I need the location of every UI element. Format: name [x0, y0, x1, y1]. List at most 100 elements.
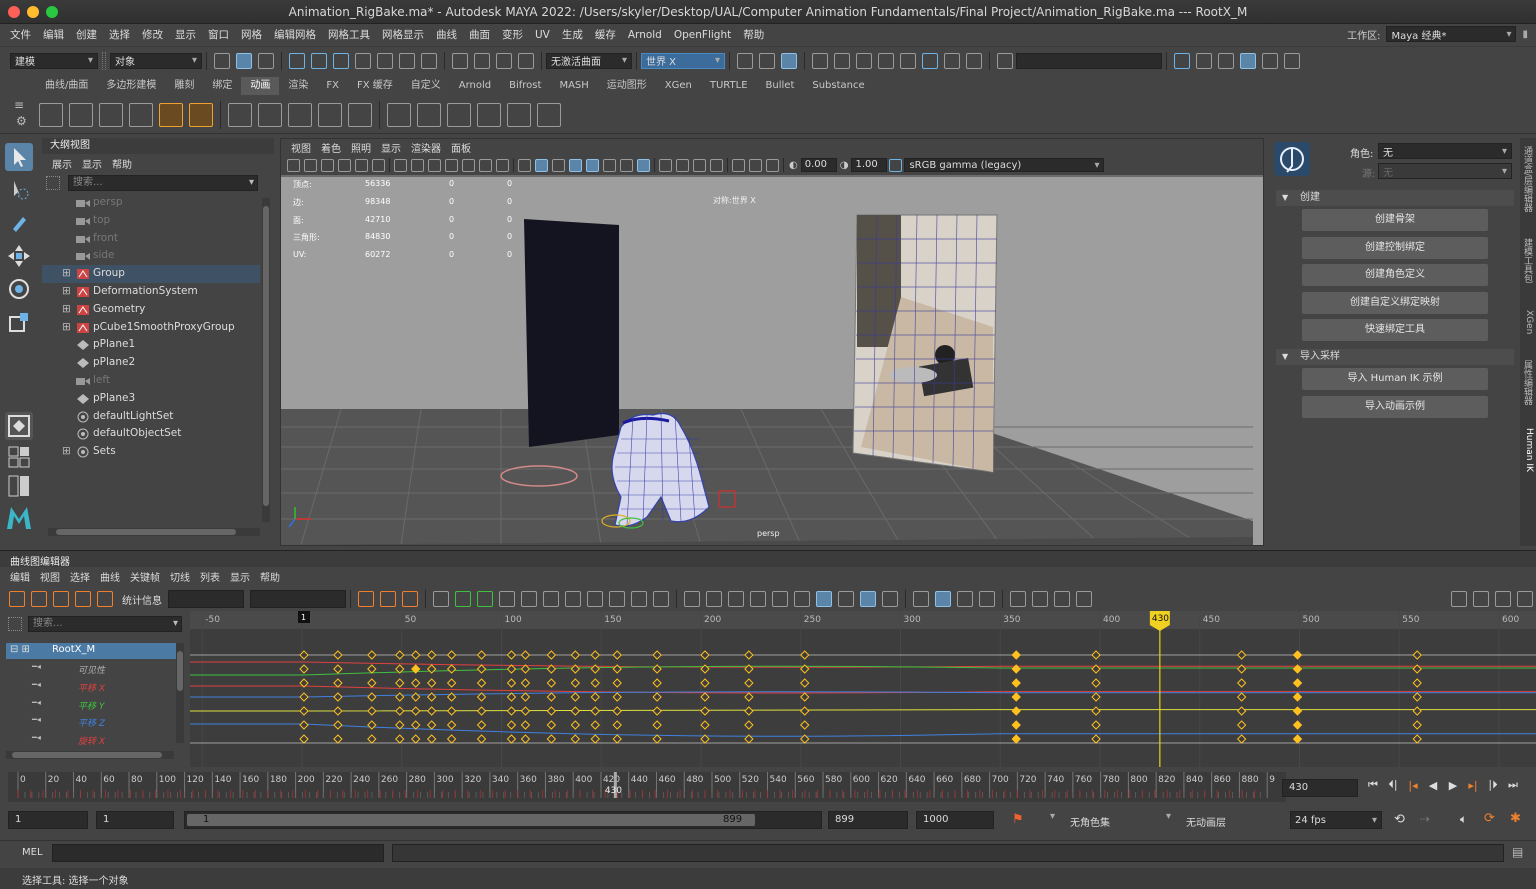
outliner-item[interactable]: pPlane1	[42, 336, 260, 354]
selection-mode-dropdown[interactable]: 对象	[110, 52, 202, 69]
animation-start-field[interactable]: 1	[8, 811, 88, 829]
step-back-icon[interactable]: ⏴|	[1384, 778, 1402, 792]
shelf-tab-11[interactable]: MASH	[550, 77, 597, 95]
range-bar[interactable]: 1 899	[184, 811, 822, 829]
motion-trail-icon[interactable]	[69, 102, 93, 127]
hik-button[interactable]: 创建骨架	[1302, 209, 1488, 231]
xray-active-icon[interactable]	[749, 158, 762, 172]
aim-constraint-icon[interactable]	[507, 102, 531, 127]
shelf-menu-icon[interactable]: ≡	[14, 98, 24, 112]
move-tool-icon[interactable]	[5, 242, 33, 270]
graph-options-icon[interactable]	[1517, 591, 1533, 607]
pause-icon[interactable]	[966, 52, 982, 69]
channel-box-icon[interactable]	[1218, 52, 1234, 69]
ge-attr-row[interactable]: ━◂ 平移 Y	[6, 697, 174, 713]
script-editor-icon[interactable]: ▤	[1512, 845, 1523, 859]
dope-sheet-icon[interactable]	[1473, 591, 1489, 607]
workspace-pin-icon[interactable]: ▮	[1522, 29, 1528, 40]
absolute-view-icon[interactable]	[913, 591, 929, 607]
hik-button[interactable]: 导入 Human IK 示例	[1302, 368, 1488, 390]
shelf-tab-1[interactable]: 多边形建模	[97, 77, 165, 95]
go-to-start-icon[interactable]: ⏮	[1364, 778, 1382, 792]
cycle-icon[interactable]	[1010, 591, 1026, 607]
auto-key-icon[interactable]: ⚑	[1012, 812, 1024, 827]
point-constraint-icon[interactable]	[417, 102, 441, 127]
step-forward-key-icon[interactable]: ▸|	[1464, 779, 1482, 792]
outliner-item[interactable]: left	[42, 372, 260, 390]
viewport-menu-2[interactable]: 照明	[351, 140, 371, 155]
menu-item-2[interactable]: 创建	[70, 27, 103, 42]
outliner-item[interactable]: ⊞ DeformationSystem	[42, 283, 260, 301]
menu-item-5[interactable]: 显示	[169, 27, 202, 42]
modeling-toolkit-icon[interactable]	[1196, 52, 1212, 69]
insert-joint-icon[interactable]	[288, 102, 312, 127]
select-component-icon[interactable]	[258, 52, 274, 69]
step-forward-icon[interactable]: |⏵	[1484, 778, 1502, 792]
scale-tool-icon[interactable]	[5, 308, 33, 336]
quick-search-field[interactable]	[1016, 52, 1162, 69]
ge-menu-5[interactable]: 切线	[170, 569, 190, 584]
menu-item-6[interactable]: 窗口	[202, 27, 235, 42]
frame-playback-icon[interactable]	[402, 591, 418, 607]
go-to-end-icon[interactable]: ⏭	[1504, 778, 1522, 792]
wireframe-icon[interactable]	[518, 158, 531, 172]
weighted-tangent-icon[interactable]	[750, 591, 766, 607]
input-ops-icon[interactable]	[474, 52, 490, 69]
outliner-item[interactable]: ⊞ Geometry	[42, 301, 260, 319]
outliner-item[interactable]: pPlane3	[42, 390, 260, 408]
film-gate-icon[interactable]	[411, 158, 424, 172]
menu-item-7[interactable]: 网格	[235, 27, 268, 42]
ge-menu-0[interactable]: 编辑	[10, 569, 30, 584]
single-pane-layout-icon[interactable]	[5, 412, 33, 440]
ik-handle-icon[interactable]	[258, 102, 282, 127]
playback-end-field[interactable]: 899	[828, 811, 908, 829]
menu-item-9[interactable]: 网格工具	[322, 27, 376, 42]
textured-icon[interactable]	[586, 158, 599, 172]
arnold-render-icon[interactable]	[922, 52, 938, 69]
post-infinity-icon[interactable]	[838, 591, 854, 607]
output-ops-icon[interactable]	[496, 52, 512, 69]
play-backwards-icon[interactable]: ◀	[1424, 779, 1442, 792]
move-key-icon[interactable]	[9, 591, 25, 607]
ge-node-row[interactable]: ⊟ ⊞ RootX_M	[6, 643, 176, 659]
snap-keys-icon[interactable]	[728, 591, 744, 607]
view-transform-dropdown[interactable]: sRGB gamma (legacy)	[904, 158, 1105, 172]
field-chart-icon[interactable]	[462, 158, 475, 172]
depth-of-field-icon[interactable]	[693, 158, 706, 172]
curve-filter-icon[interactable]	[979, 591, 995, 607]
hik-button[interactable]: 导入动画示例	[1302, 395, 1488, 418]
sound-icon[interactable]: 🔈︎	[1460, 812, 1467, 827]
shelf-tab-14[interactable]: TURTLE	[701, 77, 757, 95]
retime-tool-icon[interactable]	[97, 591, 113, 607]
screen-space-ao-icon[interactable]	[637, 158, 650, 172]
stats-time-field[interactable]	[168, 590, 244, 608]
menu-item-16[interactable]: 缓存	[589, 27, 622, 42]
outliner-item[interactable]: pPlane2	[42, 354, 260, 372]
menu-item-19[interactable]: 帮助	[737, 27, 770, 42]
break-tangent-icon[interactable]	[587, 591, 603, 607]
outliner-item[interactable]: ⊞ Group	[42, 265, 260, 283]
outliner-item[interactable]: side	[42, 247, 260, 265]
menu-item-4[interactable]: 修改	[136, 27, 169, 42]
expand-icon[interactable]: ⊞	[62, 319, 71, 337]
shelf-tab-7[interactable]: FX 缓存	[348, 77, 402, 95]
menu-item-12[interactable]: 曲面	[463, 27, 496, 42]
search-options-icon[interactable]: ▾	[249, 176, 254, 190]
input-line-icon[interactable]	[997, 52, 1013, 69]
shelf-settings-icon[interactable]: ⚙	[16, 114, 27, 128]
rotate-tool-icon[interactable]	[5, 275, 33, 303]
grid-icon[interactable]	[394, 158, 407, 172]
camera-icon[interactable]	[759, 52, 775, 69]
linear-infinity-icon[interactable]	[1076, 591, 1092, 607]
outliner-search-input[interactable]: 搜索... ▾	[68, 175, 258, 191]
expand-icon[interactable]: ⊞	[62, 265, 71, 283]
select-object-icon[interactable]	[236, 52, 252, 69]
outliner-item[interactable]: defaultObjectSet	[42, 425, 260, 443]
smooth-shade-icon[interactable]	[535, 158, 548, 172]
outliner-menu-0[interactable]: 展示	[52, 156, 72, 171]
menu-item-10[interactable]: 网格显示	[376, 27, 430, 42]
layout-icon[interactable]	[1284, 52, 1300, 69]
xray-joints-icon[interactable]	[732, 158, 745, 172]
flat-tangent-icon[interactable]	[521, 591, 537, 607]
hik-character-dropdown[interactable]: 无	[1378, 143, 1512, 159]
